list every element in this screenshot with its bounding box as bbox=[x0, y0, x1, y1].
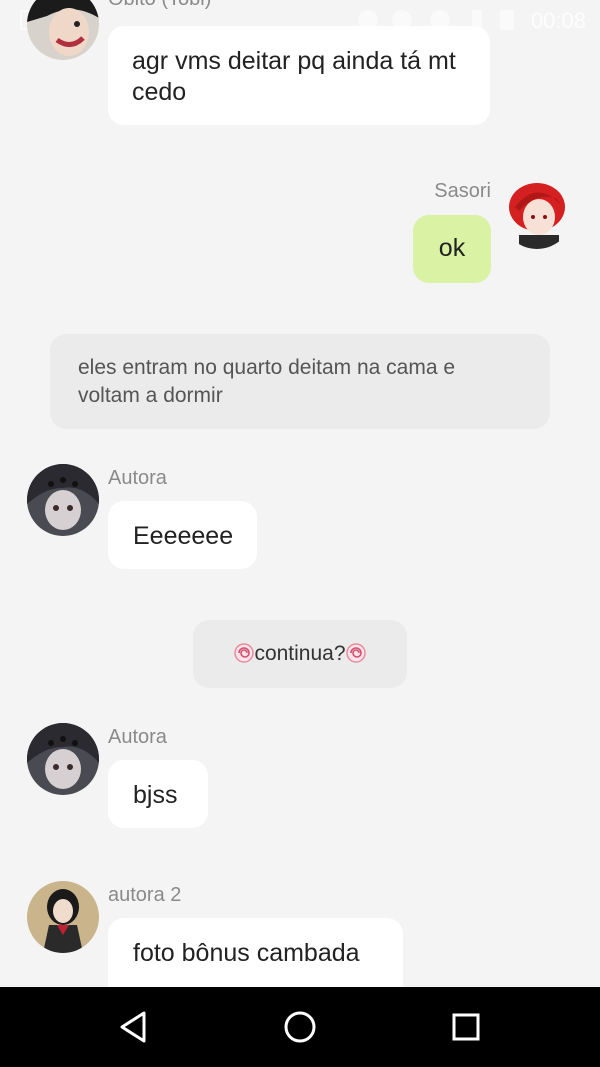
narration-box: eles entram no quarto deitam na cama e v… bbox=[50, 334, 550, 429]
message-bubble[interactable]: bjss bbox=[108, 760, 208, 828]
avatar-autora[interactable] bbox=[27, 723, 99, 795]
narration-text: continua? bbox=[254, 642, 346, 665]
sender-name: Obito (Tobi) bbox=[108, 0, 211, 11]
sender-name: autora 2 bbox=[108, 884, 182, 906]
battery-icon bbox=[500, 10, 514, 30]
sender-name: Autora bbox=[108, 726, 167, 748]
avatar-autora-2[interactable] bbox=[27, 881, 99, 953]
home-icon[interactable] bbox=[280, 1007, 320, 1047]
avatar-sasori[interactable] bbox=[501, 177, 573, 249]
message-bubble[interactable]: ok bbox=[413, 215, 491, 283]
sender-name: Autora bbox=[108, 467, 167, 489]
message-bubble[interactable]: agr vms deitar pq ainda tá mt cedo bbox=[108, 26, 490, 125]
narration-box: continua? bbox=[193, 620, 407, 688]
status-time: 00:08 bbox=[530, 8, 586, 33]
message-bubble[interactable]: foto bônus cambada bbox=[108, 918, 403, 987]
recents-icon[interactable] bbox=[446, 1007, 486, 1047]
message-bubble[interactable]: Eeeeeee bbox=[108, 501, 257, 569]
back-icon[interactable] bbox=[114, 1007, 154, 1047]
avatar-autora[interactable] bbox=[27, 464, 99, 536]
sender-name: Sasori bbox=[434, 180, 491, 202]
lollipop-icon bbox=[345, 643, 366, 663]
navigation-bar bbox=[0, 987, 600, 1067]
avatar-obito[interactable] bbox=[27, 0, 99, 60]
lollipop-icon bbox=[234, 643, 255, 663]
